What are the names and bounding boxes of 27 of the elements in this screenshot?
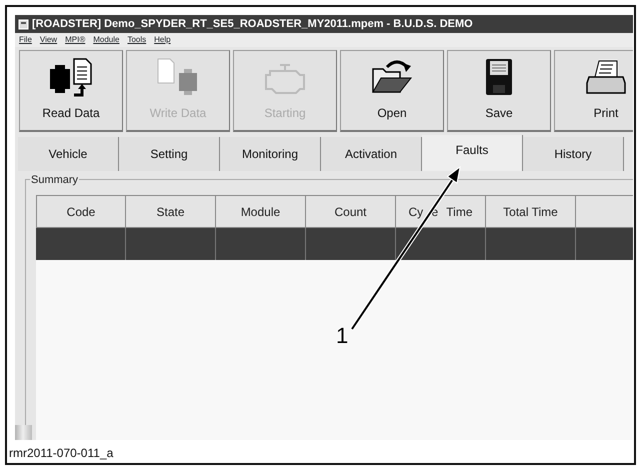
connector-document-icon xyxy=(48,57,94,99)
toolbar-button[interactable]: Save xyxy=(447,50,551,132)
window-title: [ROADSTER] Demo_SPYDER_RT_SE5_ROADSTER_MY2011.mpem - B.U.D.S. DEMO xyxy=(32,16,473,32)
column-header[interactable]: State xyxy=(126,195,216,228)
tab[interactable]: Monitoring xyxy=(220,137,321,171)
callout-number: 1 xyxy=(336,325,348,347)
menu-item[interactable]: Module xyxy=(93,34,120,46)
tab[interactable]: Setting xyxy=(119,137,220,171)
menu-item[interactable]: Help xyxy=(154,34,171,46)
toolbar-button[interactable]: Read Data xyxy=(19,50,123,132)
group-title: Summary xyxy=(30,172,80,188)
app-icon xyxy=(18,18,29,30)
tab[interactable]: Activation xyxy=(321,137,422,171)
menu-item[interactable]: Tools xyxy=(127,34,146,46)
tab[interactable]: Vehicle xyxy=(18,137,119,171)
menu-item[interactable]: File xyxy=(19,34,32,46)
toolbar-button[interactable]: Open xyxy=(340,50,444,132)
tab[interactable]: History xyxy=(523,137,624,171)
column-header[interactable]: Count xyxy=(306,195,396,228)
toolbar-button[interactable]: Print xyxy=(554,50,633,132)
tab[interactable]: Faults xyxy=(422,135,523,171)
menu-item[interactable]: MPI® xyxy=(65,34,86,46)
figure-caption: rmr2011-070-011_a xyxy=(9,445,114,462)
column-header[interactable]: Module xyxy=(216,195,306,228)
column-header[interactable]: Total Time xyxy=(486,195,576,228)
column-header[interactable]: Code xyxy=(36,195,126,228)
menu-item[interactable]: View xyxy=(40,34,58,46)
